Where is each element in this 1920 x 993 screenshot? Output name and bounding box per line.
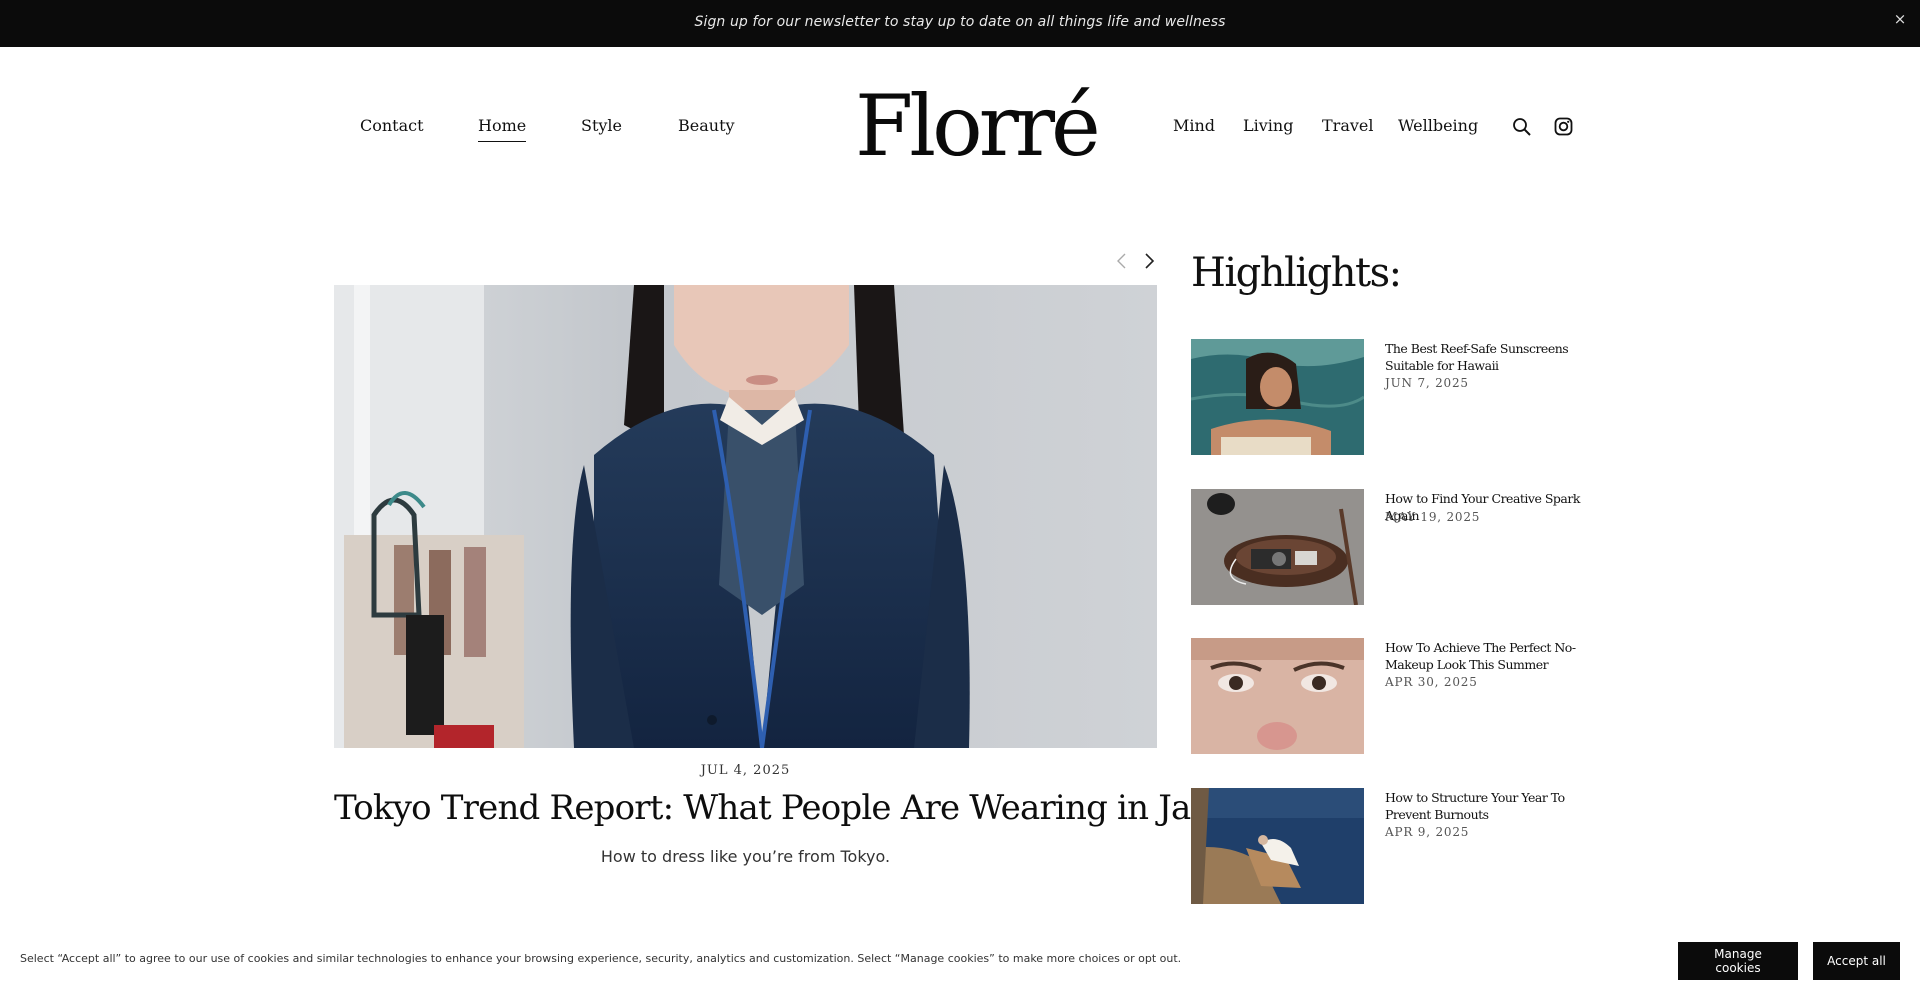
site-logo[interactable]: Florré xyxy=(855,78,1101,174)
highlight-date: MAY 19, 2025 xyxy=(1385,510,1481,524)
highlight-title[interactable]: How to Structure Your Year To Prevent Bu… xyxy=(1385,789,1585,823)
search-icon[interactable] xyxy=(1511,116,1533,138)
instagram-icon[interactable] xyxy=(1553,116,1575,138)
nav-item-contact[interactable]: Contact xyxy=(360,116,424,135)
highlight-title[interactable]: The Best Reef-Safe Sunscreens Suitable f… xyxy=(1385,340,1585,374)
nav-item-beauty[interactable]: Beauty xyxy=(678,116,735,135)
highlight-thumbnail[interactable] xyxy=(1191,638,1364,754)
featured-article-image[interactable] xyxy=(334,285,1157,748)
announcement-bar: Sign up for our newsletter to stay up to… xyxy=(0,0,1920,47)
highlight-date: APR 9, 2025 xyxy=(1385,825,1470,839)
highlight-date: APR 30, 2025 xyxy=(1385,675,1478,689)
nav-item-home[interactable]: Home xyxy=(478,116,527,142)
manage-cookies-button[interactable]: Manage cookies xyxy=(1678,942,1798,980)
cookie-consent-bar: Select “Accept all” to agree to our use … xyxy=(0,930,1920,993)
highlight-thumbnail[interactable] xyxy=(1191,788,1364,904)
featured-article-subtitle: How to dress like you’re from Tokyo. xyxy=(600,847,891,866)
highlights-heading: Highlights: xyxy=(1191,250,1402,296)
nav-item-style[interactable]: Style xyxy=(581,116,622,135)
announcement-text[interactable]: Sign up for our newsletter to stay up to… xyxy=(0,14,1920,30)
featured-article-title[interactable]: Tokyo Trend Report: What People Are Wear… xyxy=(334,788,1253,828)
nav-item-wellbeing[interactable]: Wellbeing xyxy=(1398,116,1478,135)
accept-all-button[interactable]: Accept all xyxy=(1813,942,1900,980)
close-icon[interactable]: × xyxy=(1890,9,1910,29)
carousel-prev-arrow-icon[interactable] xyxy=(1113,252,1131,270)
cookie-consent-text: Select “Accept all” to agree to our use … xyxy=(20,952,1182,965)
highlight-date: JUN 7, 2025 xyxy=(1385,376,1469,390)
nav-item-living[interactable]: Living xyxy=(1243,116,1293,135)
nav-item-travel[interactable]: Travel xyxy=(1322,116,1373,135)
carousel-next-arrow-icon[interactable] xyxy=(1140,252,1158,270)
highlight-title[interactable]: How To Achieve The Perfect No-Makeup Loo… xyxy=(1385,639,1585,673)
highlight-thumbnail[interactable] xyxy=(1191,339,1364,455)
nav-item-mind[interactable]: Mind xyxy=(1173,116,1215,135)
highlight-thumbnail[interactable] xyxy=(1191,489,1364,605)
featured-article-date: JUL 4, 2025 xyxy=(700,763,791,778)
